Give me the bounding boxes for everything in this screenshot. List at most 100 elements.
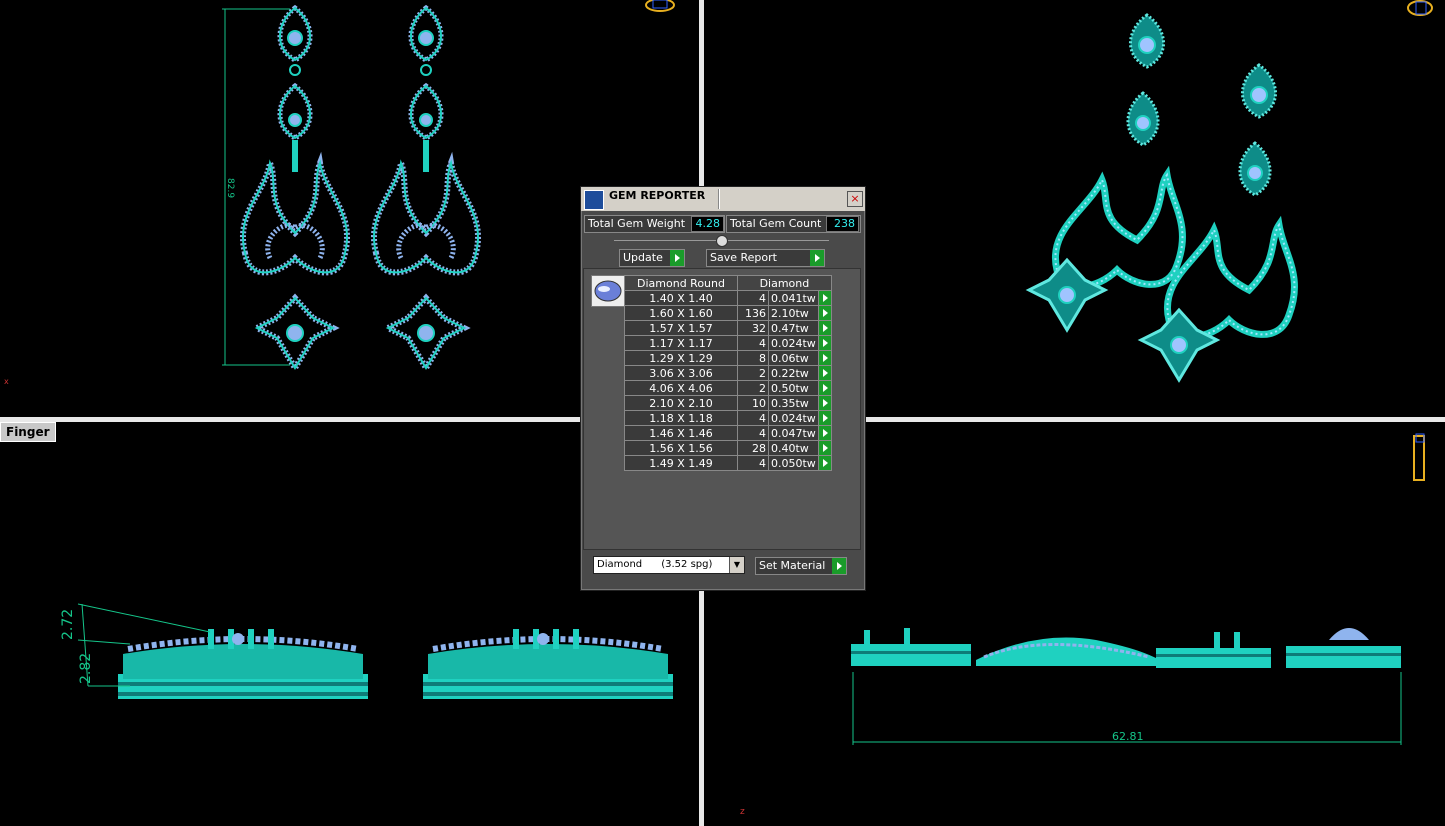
gem-count: 2 bbox=[737, 365, 769, 381]
gem-list-area: Diamond Round Diamond 1.40 X 1.40 4 0.041t… bbox=[583, 268, 861, 550]
titlebar-separator bbox=[718, 189, 720, 209]
select-row-arrow-icon[interactable] bbox=[817, 335, 832, 351]
column-header-size: Diamond Round bbox=[624, 275, 738, 291]
front-height-dimension: 82.9 bbox=[225, 178, 235, 198]
select-row-arrow-icon[interactable] bbox=[817, 350, 832, 366]
gem-weight: 0.06tw bbox=[768, 350, 819, 366]
gem-count: 8 bbox=[737, 350, 769, 366]
gem-size: 3.06 X 3.06 bbox=[624, 365, 738, 381]
table-row: 1.56 X 1.56 28 0.40tw bbox=[624, 440, 832, 456]
gem-size: 1.49 X 1.49 bbox=[624, 455, 738, 471]
table-row: 1.18 X 1.18 4 0.024tw bbox=[624, 410, 832, 426]
update-button[interactable]: Update bbox=[619, 249, 685, 267]
gem-count: 10 bbox=[737, 395, 769, 411]
collapse-toggle-icon[interactable] bbox=[716, 235, 728, 247]
table-row: 1.49 X 1.49 4 0.050tw bbox=[624, 455, 832, 471]
gem-reporter-title: GEM REPORTER bbox=[609, 189, 706, 202]
gem-count: 136 bbox=[737, 305, 769, 321]
play-arrow-icon bbox=[832, 558, 846, 574]
top-height-dimension: 2.72 bbox=[60, 609, 76, 640]
gem-weight: 0.024tw bbox=[768, 410, 819, 426]
select-row-arrow-icon[interactable] bbox=[817, 305, 832, 321]
total-gem-count-label: Total Gem Count bbox=[730, 217, 822, 230]
select-row-arrow-icon[interactable] bbox=[817, 455, 832, 471]
play-arrow-icon bbox=[670, 250, 684, 266]
gem-weight: 0.047tw bbox=[768, 425, 819, 441]
table-row: 2.10 X 2.10 10 0.35tw bbox=[624, 395, 832, 411]
save-report-button-label: Save Report bbox=[710, 251, 777, 264]
gem-weight: 0.40tw bbox=[768, 440, 819, 456]
gem-weight: 0.024tw bbox=[768, 335, 819, 351]
panel-collapse-divider[interactable] bbox=[614, 235, 829, 247]
gem-weight: 0.050tw bbox=[768, 455, 819, 471]
save-report-button[interactable]: Save Report bbox=[706, 249, 825, 267]
total-gem-count-value: 238 bbox=[826, 216, 859, 232]
table-row: 1.40 X 1.40 4 0.041tw bbox=[624, 290, 832, 306]
gem-weight: 2.10tw bbox=[768, 305, 819, 321]
material-select-value: Diamond (3.52 spg) bbox=[597, 559, 713, 570]
total-gem-weight-label: Total Gem Weight bbox=[588, 217, 686, 230]
view-cube-icon bbox=[645, 0, 675, 12]
gem-size: 1.56 X 1.56 bbox=[624, 440, 738, 456]
play-arrow-icon bbox=[810, 250, 824, 266]
set-material-button[interactable]: Set Material bbox=[755, 557, 847, 575]
table-row: 3.06 X 3.06 2 0.22tw bbox=[624, 365, 832, 381]
set-material-button-label: Set Material bbox=[759, 559, 826, 572]
select-row-arrow-icon[interactable] bbox=[817, 380, 832, 396]
material-select[interactable]: Diamond (3.52 spg) ▼ bbox=[593, 556, 745, 574]
bottom-height-dimension: 2.82 bbox=[78, 653, 94, 684]
view-cube-icon bbox=[1407, 0, 1433, 16]
select-row-arrow-icon[interactable] bbox=[817, 290, 832, 306]
gem-size: 1.17 X 1.17 bbox=[624, 335, 738, 351]
gem-weight: 0.22tw bbox=[768, 365, 819, 381]
dropdown-arrow-icon[interactable]: ▼ bbox=[729, 557, 744, 573]
column-header-material: Diamond bbox=[737, 275, 832, 291]
total-gem-count-box: Total Gem Count 238 bbox=[726, 215, 861, 233]
select-row-arrow-icon[interactable] bbox=[817, 410, 832, 426]
gem-size: 1.18 X 1.18 bbox=[624, 410, 738, 426]
diamond-round-thumbnail[interactable] bbox=[591, 275, 625, 307]
select-row-arrow-icon[interactable] bbox=[817, 395, 832, 411]
gem-count: 4 bbox=[737, 290, 769, 306]
gem-count: 4 bbox=[737, 335, 769, 351]
update-button-label: Update bbox=[623, 251, 663, 264]
x-axis-label: x bbox=[4, 377, 9, 386]
table-row: 1.29 X 1.29 8 0.06tw bbox=[624, 350, 832, 366]
gem-table: Diamond Round Diamond 1.40 X 1.40 4 0.041t… bbox=[624, 275, 832, 471]
gem-size: 1.29 X 1.29 bbox=[624, 350, 738, 366]
gem-size: 1.46 X 1.46 bbox=[624, 425, 738, 441]
table-row: 1.60 X 1.60 136 2.10tw bbox=[624, 305, 832, 321]
select-row-arrow-icon[interactable] bbox=[817, 365, 832, 381]
table-row: 1.17 X 1.17 4 0.024tw bbox=[624, 335, 832, 351]
z-axis-label: z bbox=[740, 807, 745, 817]
gem-count: 4 bbox=[737, 425, 769, 441]
gem-size: 2.10 X 2.10 bbox=[624, 395, 738, 411]
viewport-label[interactable]: Finger bbox=[0, 422, 56, 442]
gem-weight: 0.35tw bbox=[768, 395, 819, 411]
diamond-gem-icon bbox=[594, 280, 622, 302]
gem-size: 1.57 X 1.57 bbox=[624, 320, 738, 336]
table-row: 1.57 X 1.57 32 0.47tw bbox=[624, 320, 832, 336]
total-gem-weight-value: 4.28 bbox=[691, 216, 724, 232]
gem-reporter-app-icon bbox=[584, 190, 604, 210]
select-row-arrow-icon[interactable] bbox=[817, 425, 832, 441]
table-row: 4.06 X 4.06 2 0.50tw bbox=[624, 380, 832, 396]
total-gem-weight-box: Total Gem Weight 4.28 bbox=[584, 215, 725, 233]
gem-weight: 0.50tw bbox=[768, 380, 819, 396]
length-dimension: 62.81 bbox=[1112, 730, 1144, 743]
gem-count: 2 bbox=[737, 380, 769, 396]
view-cube-icon bbox=[1413, 433, 1425, 481]
gem-weight: 0.041tw bbox=[768, 290, 819, 306]
gem-weight: 0.47tw bbox=[768, 320, 819, 336]
gem-count: 28 bbox=[737, 440, 769, 456]
gem-size: 1.40 X 1.40 bbox=[624, 290, 738, 306]
select-row-arrow-icon[interactable] bbox=[817, 440, 832, 456]
gem-reporter-titlebar[interactable]: GEM REPORTER × bbox=[581, 187, 865, 211]
gem-size: 1.60 X 1.60 bbox=[624, 305, 738, 321]
close-button[interactable]: × bbox=[847, 191, 863, 207]
gem-reporter-panel: GEM REPORTER × Total Gem Weight 4.28 Tot… bbox=[580, 186, 866, 591]
gem-count: 4 bbox=[737, 455, 769, 471]
select-row-arrow-icon[interactable] bbox=[817, 320, 832, 336]
gem-size: 4.06 X 4.06 bbox=[624, 380, 738, 396]
table-row: 1.46 X 1.46 4 0.047tw bbox=[624, 425, 832, 441]
